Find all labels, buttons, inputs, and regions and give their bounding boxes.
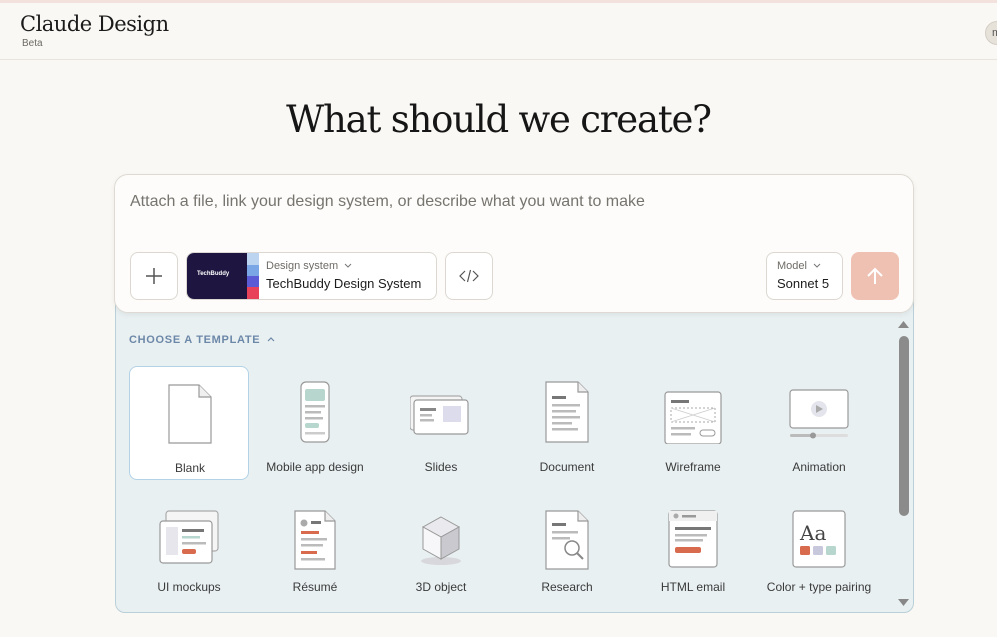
template-research[interactable]: Research <box>507 493 627 607</box>
template-animation[interactable]: Animation <box>759 366 879 480</box>
model-caption: Model <box>777 260 821 272</box>
app-header: Claude Design Beta m <box>0 3 997 60</box>
resume-icon <box>294 510 336 570</box>
template-label: Wireframe <box>665 460 721 474</box>
techbuddy-logo: TechBuddy <box>197 271 230 277</box>
template-label: Mobile app design <box>266 460 364 474</box>
user-avatar[interactable]: m <box>985 21 997 45</box>
page-title: What should we create? <box>286 98 712 141</box>
cube-icon <box>421 516 461 565</box>
template-wireframe[interactable]: Wireframe <box>633 366 753 480</box>
mobile-app-icon <box>300 381 330 443</box>
scroll-down-arrow-icon[interactable] <box>897 598 910 608</box>
template-3d-object[interactable]: 3D object <box>381 493 501 607</box>
template-document[interactable]: Document <box>507 366 627 480</box>
arrow-up-icon <box>867 267 883 284</box>
chevron-down-icon <box>813 263 821 268</box>
blank-page-icon <box>168 384 212 444</box>
document-icon <box>545 381 589 443</box>
template-label: Color + type pairing <box>766 580 872 594</box>
beta-badge: Beta <box>22 38 43 49</box>
brand-title[interactable]: Claude Design <box>20 12 169 36</box>
slides-icon <box>410 395 469 435</box>
design-system-name: TechBuddy Design System <box>266 276 422 291</box>
wireframe-icon <box>664 391 722 444</box>
send-button[interactable] <box>851 252 899 300</box>
ui-mockups-icon <box>159 510 219 564</box>
template-section-title[interactable]: CHOOSE A TEMPLATE <box>129 334 260 346</box>
research-icon <box>545 510 589 570</box>
template-html-email[interactable]: HTML email <box>633 493 753 607</box>
template-slides[interactable]: Slides <box>381 366 501 480</box>
plus-icon <box>146 268 162 284</box>
template-label: Slides <box>424 460 458 474</box>
design-system-select[interactable]: TechBuddy Design system TechBuddy Design… <box>186 252 437 300</box>
color-swatch-strip <box>247 253 259 299</box>
template-color-type-pairing[interactable]: Aa Color + type pairing <box>759 493 879 607</box>
attach-button[interactable] <box>130 252 178 300</box>
scroll-up-arrow-icon[interactable] <box>897 319 910 329</box>
template-label: Blank <box>174 461 206 475</box>
scroll-thumb[interactable] <box>899 336 909 516</box>
code-icon <box>459 269 479 283</box>
template-resume[interactable]: Résumé <box>255 493 375 607</box>
aa-glyph: Aa <box>799 521 826 545</box>
html-email-icon <box>668 510 718 568</box>
template-mobile-app[interactable]: Mobile app design <box>255 366 375 480</box>
template-label: Research <box>541 580 593 594</box>
animation-icon <box>789 389 849 439</box>
template-blank[interactable]: Blank <box>129 366 249 480</box>
template-ui-mockups[interactable]: UI mockups <box>129 493 249 607</box>
template-label: UI mockups <box>157 580 221 594</box>
chevron-down-icon <box>344 263 352 268</box>
model-select[interactable]: Model Sonnet 5 <box>766 252 843 300</box>
template-label: Résumé <box>292 580 338 594</box>
template-label: HTML email <box>660 580 726 594</box>
chevron-up-icon[interactable] <box>266 335 276 343</box>
model-caption-text: Model <box>777 260 807 272</box>
design-system-thumbnail: TechBuddy <box>187 253 259 299</box>
design-system-caption: Design system <box>266 260 352 272</box>
template-label: Document <box>539 460 595 474</box>
prompt-composer: Attach a file, link your design system, … <box>114 174 914 313</box>
model-name: Sonnet 5 <box>777 276 830 291</box>
template-label: Animation <box>792 460 846 474</box>
prompt-input[interactable]: Attach a file, link your design system, … <box>130 193 645 211</box>
template-scrollbar[interactable] <box>896 316 911 610</box>
template-label: 3D object <box>415 580 467 594</box>
design-system-caption-text: Design system <box>266 260 339 272</box>
color-type-icon: Aa <box>792 510 846 568</box>
code-button[interactable] <box>445 252 493 300</box>
